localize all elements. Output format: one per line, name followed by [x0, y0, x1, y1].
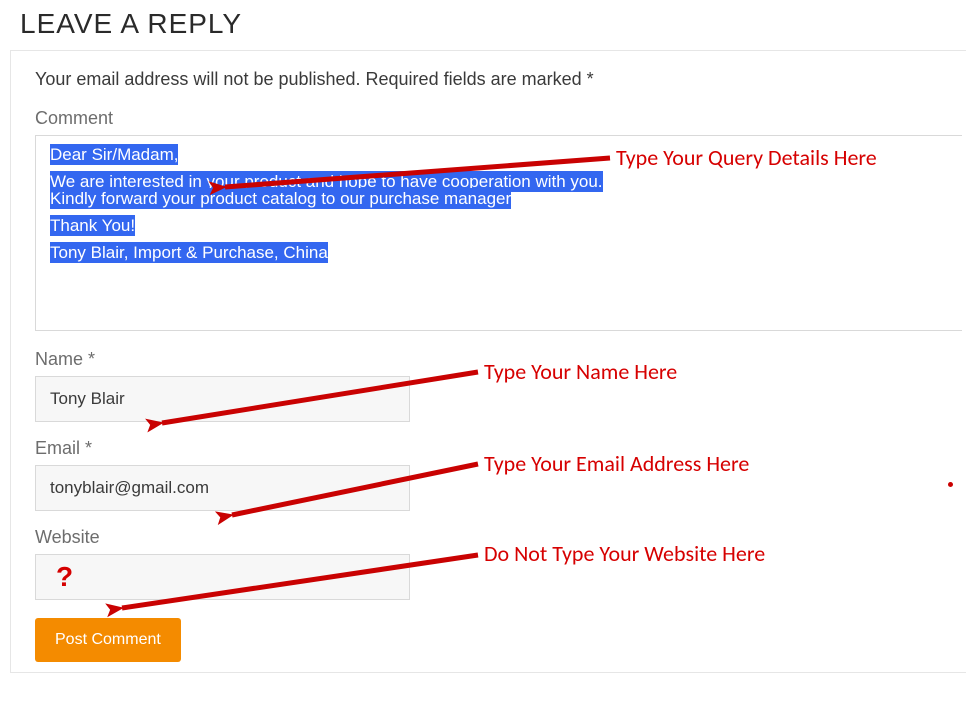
post-comment-button[interactable]: Post Comment [35, 618, 181, 662]
comment-line: Thank You! [50, 215, 135, 236]
website-field[interactable]: ? [35, 554, 410, 600]
callout-website: Do Not Type Your Website Here [484, 540, 765, 567]
email-field[interactable] [35, 465, 410, 511]
page-title: Leave a Reply [0, 0, 966, 50]
callout-email: Type Your Email Address Here [484, 450, 749, 477]
intro-text: Your email address will not be published… [35, 69, 966, 90]
callout-name: Type Your Name Here [484, 358, 677, 385]
question-mark-icon: ? [50, 561, 73, 593]
comment-line: Dear Sir/Madam, [50, 144, 178, 165]
dot-icon [948, 482, 953, 487]
comment-line: Kindly forward your product catalog to o… [50, 188, 511, 209]
name-field[interactable] [35, 376, 410, 422]
comment-label: Comment [35, 108, 966, 129]
comment-line: Tony Blair, Import & Purchase, China [50, 242, 328, 263]
callout-query: Type Your Query Details Here [616, 144, 877, 171]
